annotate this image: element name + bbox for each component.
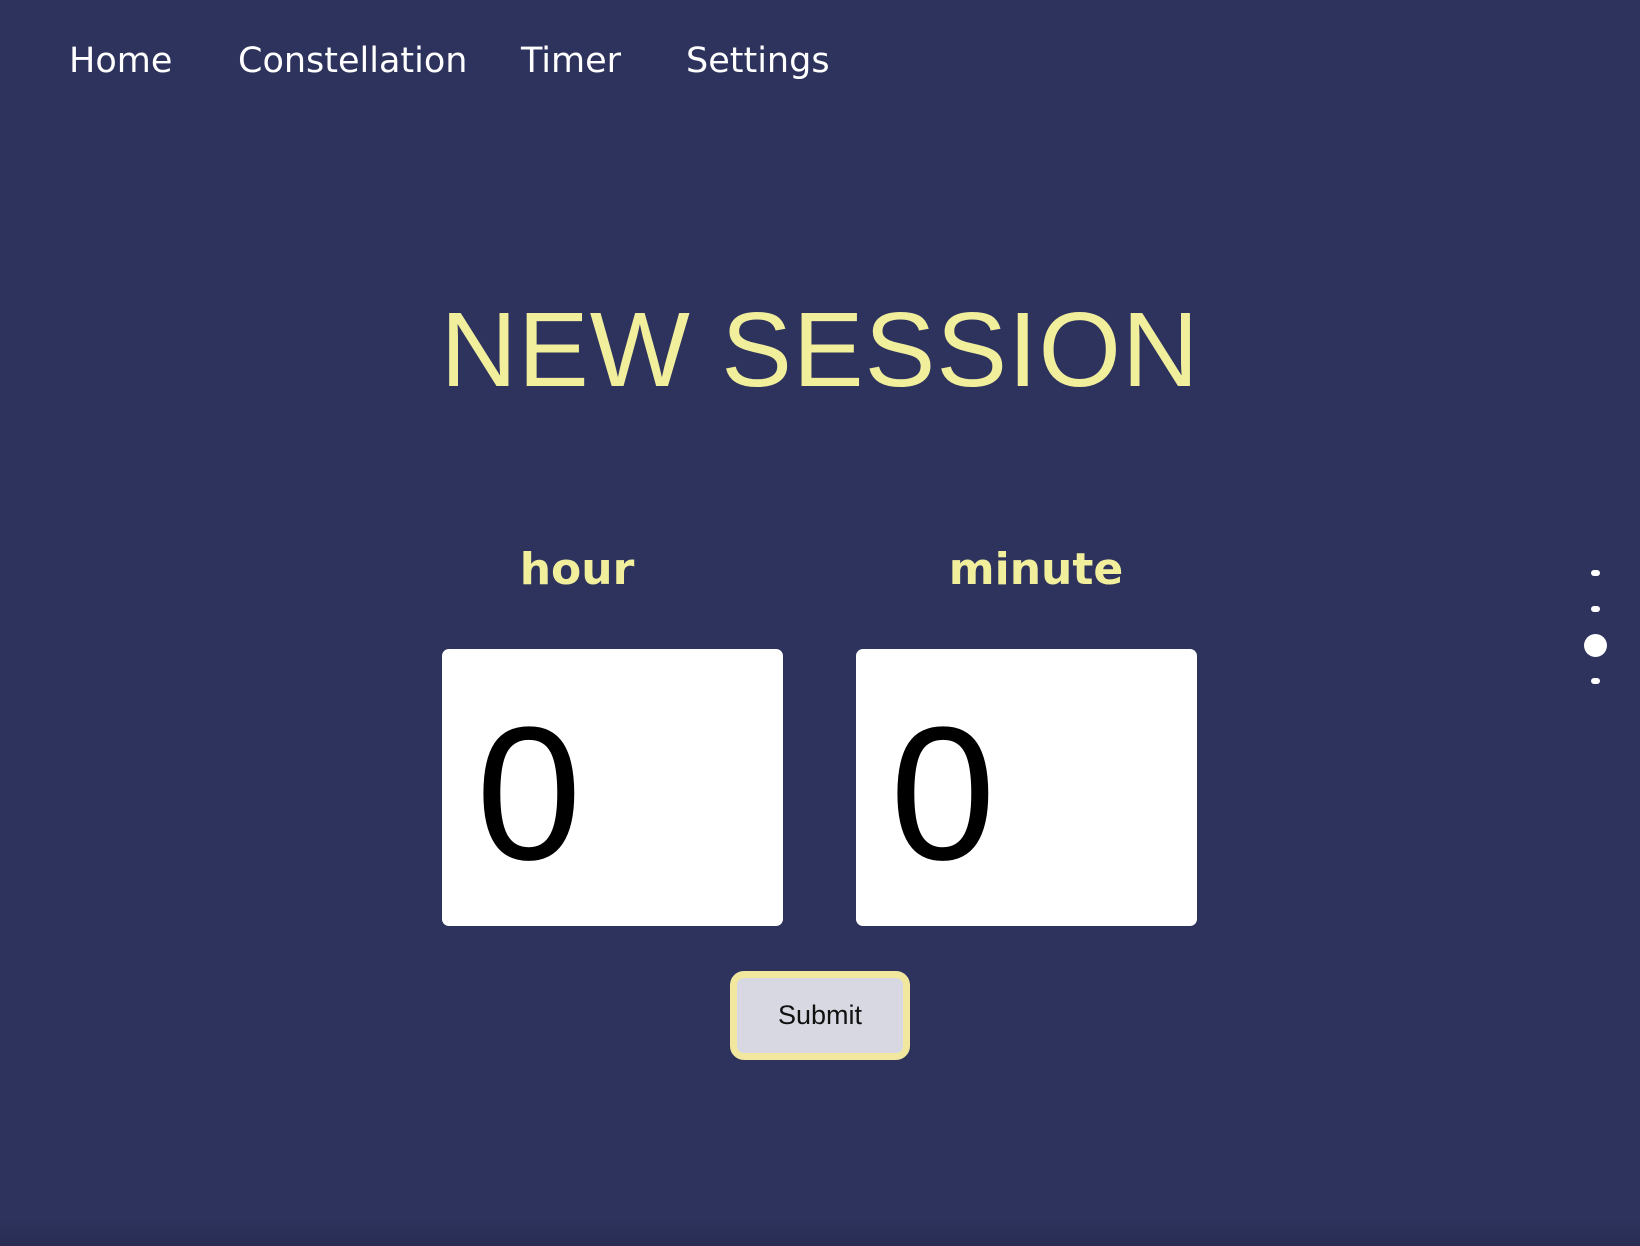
page-indicator: [1580, 562, 1610, 692]
submit-button[interactable]: Submit: [730, 971, 910, 1060]
page-dot-1[interactable]: [1591, 570, 1600, 576]
bottom-shade: [0, 1216, 1640, 1246]
page-dot-2[interactable]: [1591, 606, 1600, 612]
nav-timer-link[interactable]: Timer: [521, 36, 621, 86]
nav-constellation-link[interactable]: Constellation: [238, 36, 467, 86]
page-title: NEW SESSION: [440, 291, 1200, 409]
hour-label: hour: [519, 544, 635, 595]
page-dot-4[interactable]: [1591, 678, 1600, 684]
nav-settings-link[interactable]: Settings: [686, 36, 830, 86]
page-dot-3-active[interactable]: [1584, 634, 1607, 657]
minute-input[interactable]: 0: [856, 649, 1197, 926]
minute-value: 0: [890, 688, 996, 900]
nav-home-link[interactable]: Home: [69, 36, 172, 86]
minute-label: minute: [948, 544, 1124, 595]
hour-input[interactable]: 0: [442, 649, 783, 926]
hour-value: 0: [476, 688, 582, 900]
